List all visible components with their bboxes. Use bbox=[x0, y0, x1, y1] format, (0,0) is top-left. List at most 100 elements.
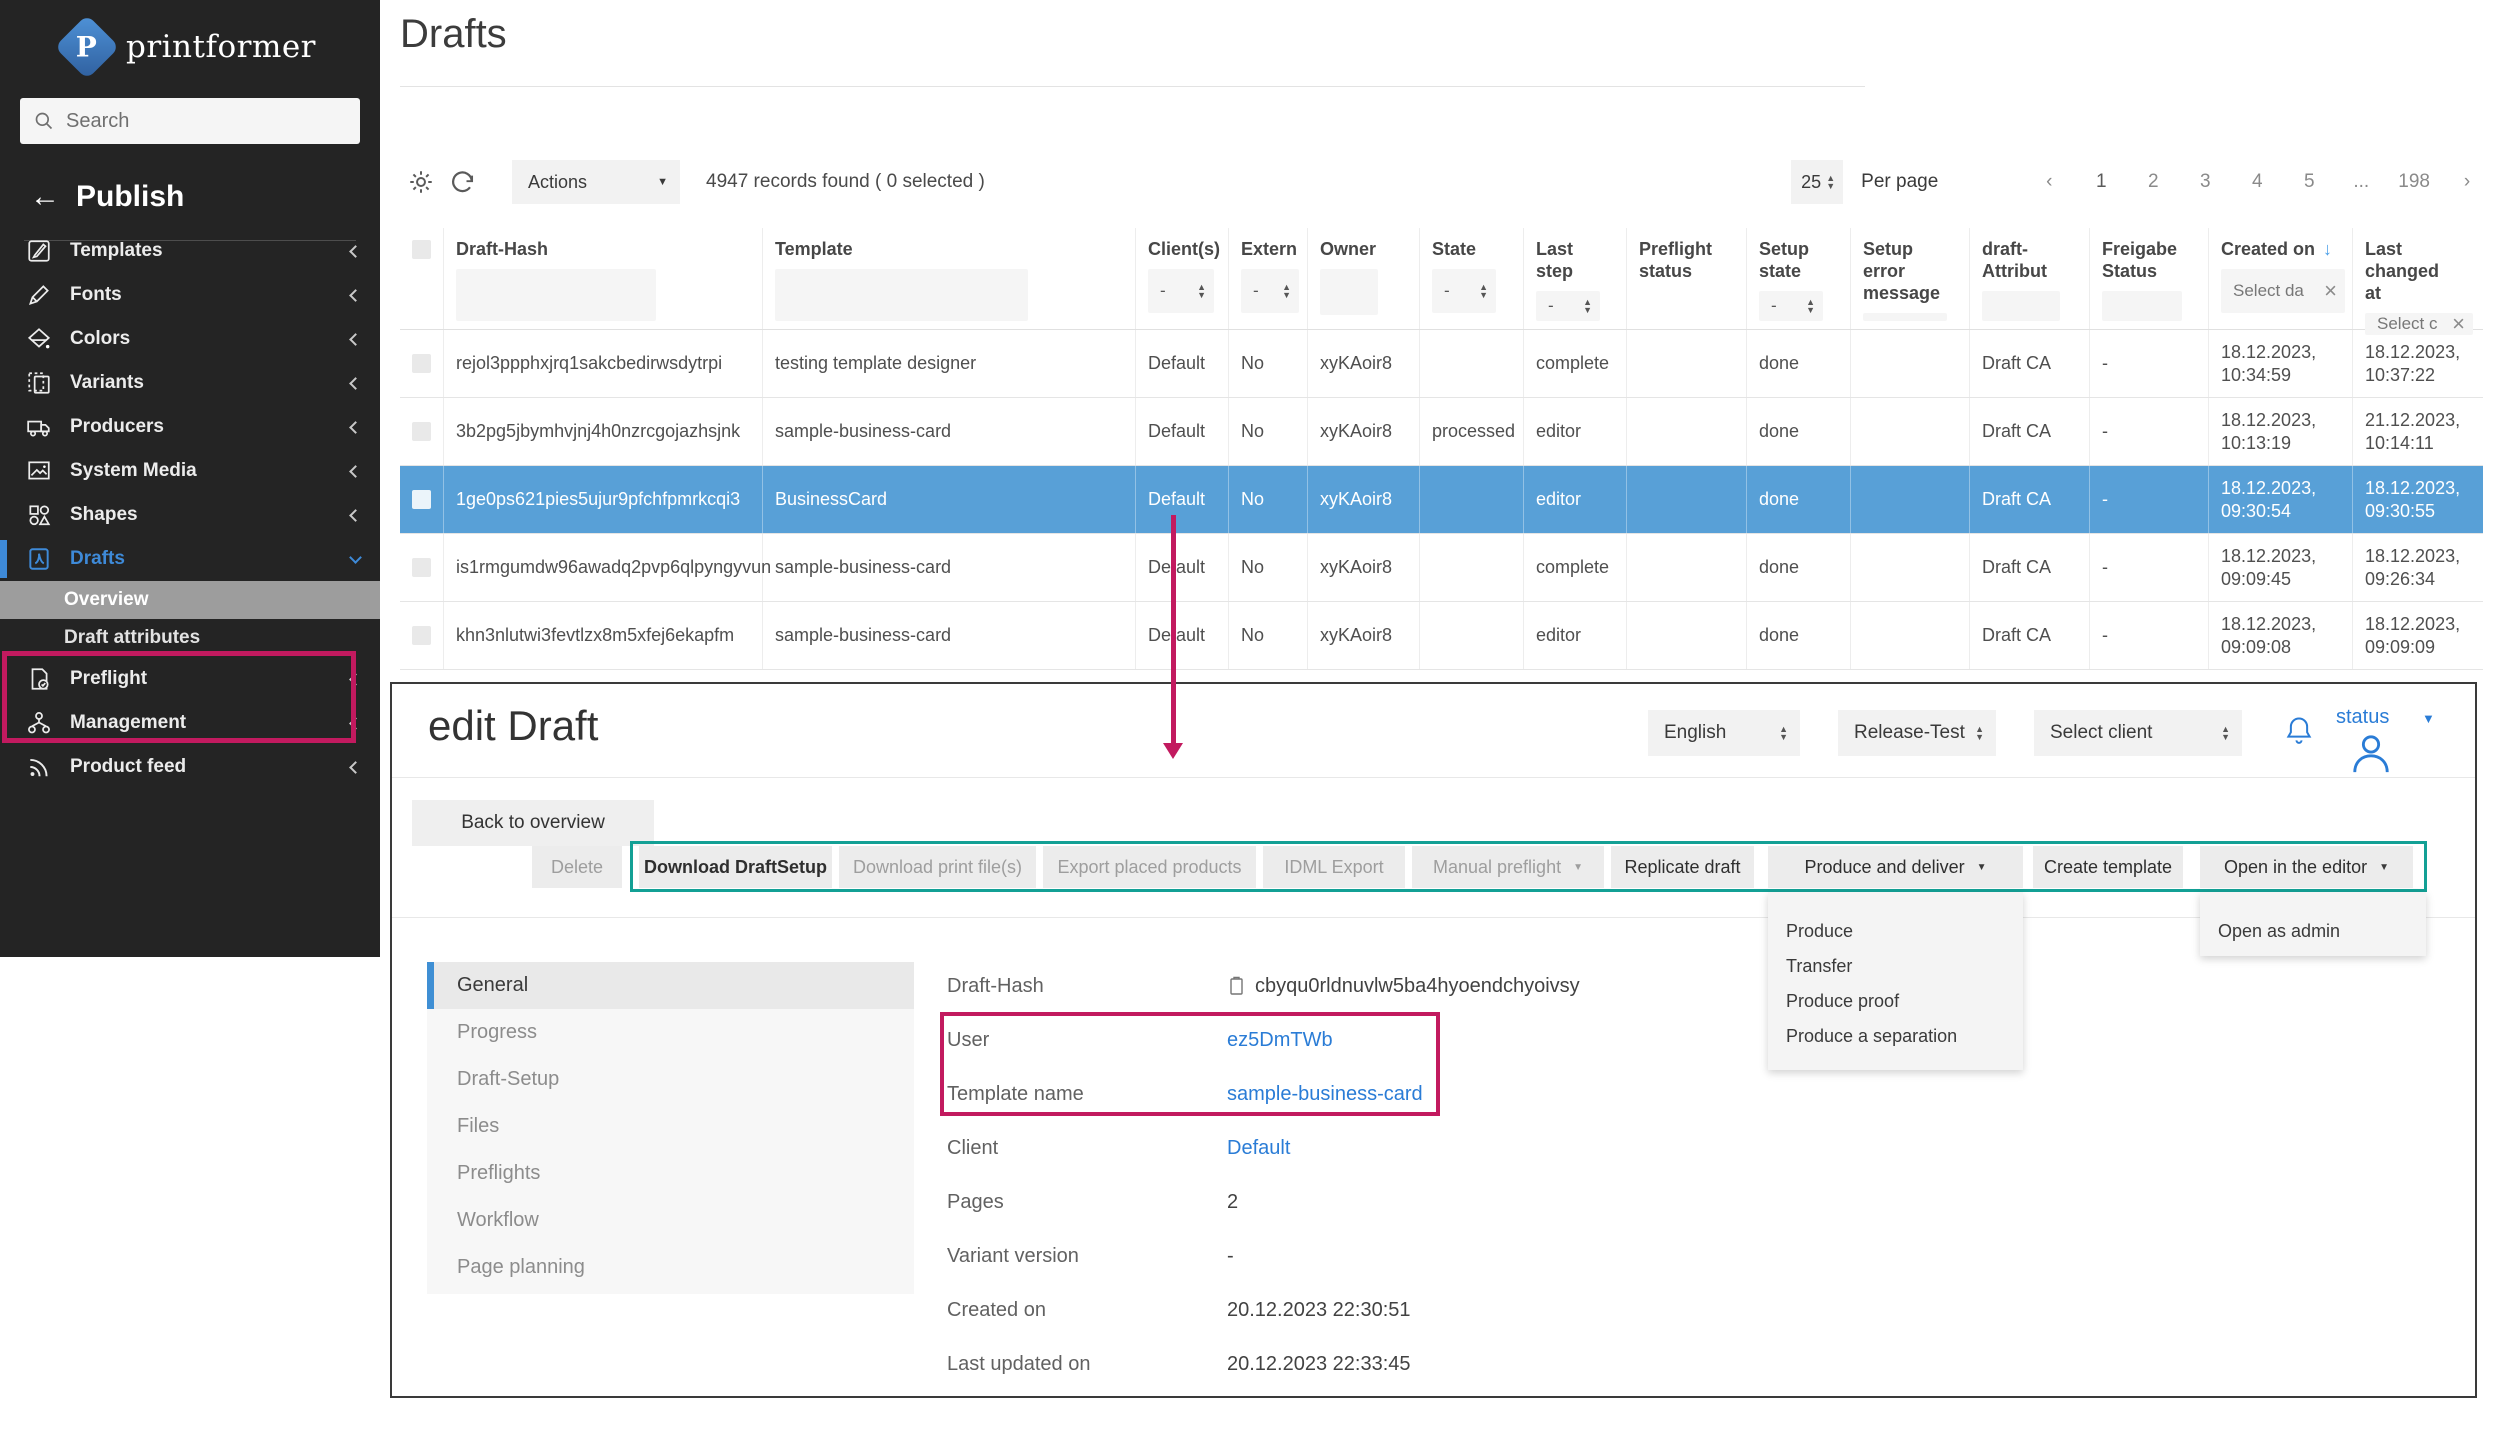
idml-export-button[interactable]: IDML Export bbox=[1263, 846, 1405, 888]
sort-desc-icon[interactable]: ↓ bbox=[2323, 238, 2332, 260]
sidebar-item-templates[interactable]: Templates bbox=[0, 229, 380, 273]
table-row-selected[interactable]: 1ge0ps621pies5ujur9pfchfpmrkcqi3 Busines… bbox=[400, 466, 2483, 534]
menu-item-transfer[interactable]: Transfer bbox=[1768, 949, 2023, 984]
filter-draft-hash[interactable] bbox=[456, 269, 656, 321]
client-select[interactable]: Select client ▲▼ bbox=[2034, 710, 2242, 756]
delete-button[interactable]: Delete bbox=[532, 846, 622, 888]
per-page-select[interactable]: 25 ▲▼ bbox=[1791, 160, 1843, 204]
download-print-files-button[interactable]: Download print file(s) bbox=[839, 846, 1036, 888]
sidebar-item-drafts[interactable]: Drafts bbox=[0, 537, 380, 581]
cell-template: testing template designer bbox=[763, 330, 1136, 397]
sidebar-search[interactable]: Search bbox=[20, 98, 360, 144]
tab-general[interactable]: General bbox=[427, 962, 914, 1009]
tab-preflights[interactable]: Preflights bbox=[427, 1150, 914, 1197]
row-checkbox[interactable] bbox=[412, 490, 431, 509]
menu-item-produce[interactable]: Produce bbox=[1768, 914, 2023, 949]
col-setup-error: Setup error message bbox=[1863, 238, 1943, 304]
status-dropdown[interactable]: status bbox=[2336, 706, 2389, 729]
table-row[interactable]: khn3nlutwi3fevtlzx8m5xfej6ekapfm sample-… bbox=[400, 602, 2483, 670]
table-row[interactable]: 3b2pg5jbymhvjnj4h0nzrcgojazhsjnk sample-… bbox=[400, 398, 2483, 466]
open-in-editor-button[interactable]: Open in the editor▼ bbox=[2200, 846, 2413, 888]
export-placed-products-button[interactable]: Export placed products bbox=[1043, 846, 1256, 888]
sidebar-item-producers[interactable]: Producers bbox=[0, 405, 380, 449]
sidebar-item-product-feed[interactable]: Product feed bbox=[0, 745, 380, 789]
page-3[interactable]: 3 bbox=[2190, 171, 2220, 193]
back-to-overview-button[interactable]: Back to overview bbox=[412, 800, 654, 846]
tab-files[interactable]: Files bbox=[427, 1103, 914, 1150]
filter-setup-state[interactable]: -▲▼ bbox=[1759, 291, 1823, 321]
filter-extern[interactable]: -▲▼ bbox=[1241, 269, 1299, 313]
gear-icon[interactable] bbox=[400, 161, 442, 203]
next-page-icon[interactable]: › bbox=[2452, 171, 2482, 193]
select-all-checkbox[interactable] bbox=[412, 240, 431, 259]
sidebar-item-overview[interactable]: Overview bbox=[0, 581, 380, 619]
table-row[interactable]: is1rmgumdw96awadq2pvp6qlpyngyvun sample-… bbox=[400, 534, 2483, 602]
produce-deliver-menu: Produce Transfer Produce proof Produce a… bbox=[1768, 892, 2023, 1070]
cell-setup-error bbox=[1851, 466, 1970, 533]
menu-item-produce-proof[interactable]: Produce proof bbox=[1768, 984, 2023, 1019]
client-link[interactable]: Default bbox=[1227, 1137, 1290, 1160]
page-5[interactable]: 5 bbox=[2294, 171, 2324, 193]
tab-draft-setup[interactable]: Draft-Setup bbox=[427, 1056, 914, 1103]
template-link[interactable]: sample-business-card bbox=[1227, 1083, 1423, 1106]
page-198[interactable]: 198 bbox=[2398, 171, 2430, 193]
caret-down-icon[interactable]: ▼ bbox=[2422, 711, 2435, 726]
user-link[interactable]: ez5DmTWb bbox=[1227, 1029, 1333, 1052]
filter-setup-error[interactable] bbox=[1863, 313, 1947, 321]
filter-last-step[interactable]: -▲▼ bbox=[1536, 291, 1600, 321]
produce-and-deliver-button[interactable]: Produce and deliver▼ bbox=[1768, 846, 2023, 888]
sidebar-back-publish[interactable]: ← Publish bbox=[30, 180, 380, 214]
cell-created-on: 18.12.2023, 10:34:59 bbox=[2209, 330, 2353, 397]
user-avatar-icon[interactable] bbox=[2348, 732, 2394, 779]
language-select[interactable]: English ▲▼ bbox=[1648, 710, 1800, 756]
replicate-draft-button[interactable]: Replicate draft bbox=[1611, 846, 1754, 888]
row-checkbox[interactable] bbox=[412, 354, 431, 373]
page-2[interactable]: 2 bbox=[2138, 171, 2168, 193]
tab-workflow[interactable]: Workflow bbox=[427, 1197, 914, 1244]
filter-template[interactable] bbox=[775, 269, 1028, 321]
sidebar-item-shapes[interactable]: Shapes bbox=[0, 493, 380, 537]
actions-dropdown[interactable]: Actions ▼ bbox=[512, 160, 680, 204]
sidebar-item-preflight[interactable]: Preflight bbox=[0, 657, 380, 701]
cell-owner: xyKAoir8 bbox=[1308, 534, 1420, 601]
filter-freigabe-status[interactable] bbox=[2102, 291, 2182, 321]
tab-page-planning[interactable]: Page planning bbox=[427, 1244, 914, 1291]
sidebar-item-draft-attributes[interactable]: Draft attributes bbox=[0, 619, 380, 657]
filter-draft-attribut[interactable] bbox=[1982, 291, 2060, 321]
cell-hash: 1ge0ps621pies5ujur9pfchfpmrkcqi3 bbox=[444, 466, 763, 533]
row-checkbox[interactable] bbox=[412, 558, 431, 577]
manual-preflight-button[interactable]: Manual preflight▼ bbox=[1412, 846, 1604, 888]
sidebar-item-variants[interactable]: Variants bbox=[0, 361, 380, 405]
filter-owner[interactable] bbox=[1320, 269, 1378, 315]
clear-icon[interactable]: × bbox=[2324, 280, 2337, 302]
page-1[interactable]: 1 bbox=[2086, 171, 2116, 193]
col-owner: Owner bbox=[1320, 238, 1409, 260]
release-select[interactable]: Release-Test ▲▼ bbox=[1838, 710, 1996, 756]
caret-down-icon: ▼ bbox=[2379, 862, 2389, 873]
filter-created-on[interactable]: Select da× bbox=[2221, 269, 2345, 313]
copy-icon[interactable] bbox=[1227, 975, 1245, 997]
menu-item-open-as-admin[interactable]: Open as admin bbox=[2200, 914, 2426, 949]
filter-state[interactable]: -▲▼ bbox=[1432, 269, 1496, 313]
prev-page-icon[interactable]: ‹ bbox=[2034, 171, 2064, 193]
row-checkbox[interactable] bbox=[412, 626, 431, 645]
field-last-updated: Last updated on 20.12.2023 22:33:45 bbox=[947, 1350, 1411, 1378]
download-draftsetup-button[interactable]: Download DraftSetup bbox=[639, 846, 832, 888]
menu-item-produce-separation[interactable]: Produce a separation bbox=[1768, 1019, 2023, 1054]
filter-clients[interactable]: -▲▼ bbox=[1148, 269, 1214, 313]
cell-draft-attribut: Draft CA bbox=[1970, 534, 2090, 601]
row-checkbox[interactable] bbox=[412, 422, 431, 441]
cell-draft-attribut: Draft CA bbox=[1970, 466, 2090, 533]
tab-progress[interactable]: Progress bbox=[427, 1009, 914, 1056]
bell-icon[interactable] bbox=[2284, 714, 2314, 753]
sidebar-item-management[interactable]: Management bbox=[0, 701, 380, 745]
refresh-icon[interactable] bbox=[442, 161, 484, 203]
sidebar-item-system-media[interactable]: System Media bbox=[0, 449, 380, 493]
table-row[interactable]: rejol3ppphxjrq1sakcbedirwsdytrpi testing… bbox=[400, 330, 2483, 398]
modal-title: edit Draft bbox=[428, 702, 598, 750]
cell-freigabe-status: - bbox=[2090, 466, 2209, 533]
sidebar-item-fonts[interactable]: Fonts bbox=[0, 273, 380, 317]
page-4[interactable]: 4 bbox=[2242, 171, 2272, 193]
sidebar-item-colors[interactable]: Colors bbox=[0, 317, 380, 361]
create-template-button[interactable]: Create template bbox=[2033, 846, 2183, 888]
